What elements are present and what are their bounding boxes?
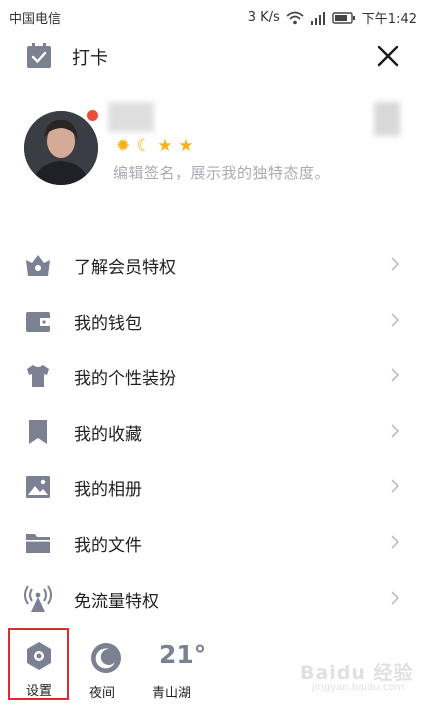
menu-item-favorites[interactable]: 我的收藏	[0, 404, 425, 460]
night-mode-button[interactable]: 夜间	[84, 630, 128, 701]
menu-item-files[interactable]: 我的文件	[0, 515, 425, 571]
chevron-right-icon	[391, 313, 400, 327]
wallet-icon	[26, 311, 50, 332]
signal-tower-icon	[24, 585, 52, 612]
menu-item-personalization[interactable]: 我的个性装扮	[0, 348, 425, 404]
menu-item-photo-album[interactable]: 我的相册	[0, 459, 425, 515]
menu-item-vip-privileges[interactable]: 了解会员特权	[0, 237, 425, 293]
weather-widget[interactable]: 21° 青山湖	[148, 630, 210, 701]
checkin-label[interactable]: 打卡	[72, 44, 108, 70]
chevron-right-icon	[391, 479, 400, 493]
drawer-menu: 了解会员特权 我的钱包 我的个性装扮 我的收藏 我的相册 我的文件 免流量特权	[0, 237, 425, 626]
chevron-right-icon	[391, 424, 400, 438]
chevron-right-icon	[391, 535, 400, 549]
carrier-name: 中国电信	[9, 12, 62, 27]
status-icons: 3 K/s 下午1:42	[248, 8, 417, 27]
tshirt-icon	[27, 365, 49, 388]
moon-icon	[91, 643, 121, 673]
menu-item-free-data[interactable]: 免流量特权	[0, 571, 425, 627]
watermark-url: jingyan.baidu.com	[312, 682, 405, 693]
bookmark-icon	[29, 419, 47, 444]
settings-label: 设置	[26, 684, 53, 699]
watermark: Baidu 经验 jingyan.baidu.com	[300, 648, 418, 698]
night-mode-label: 夜间	[89, 686, 116, 701]
avatar-portrait	[24, 111, 98, 185]
calendar-check-icon[interactable]	[25, 42, 53, 70]
cellular-signal-icon	[310, 11, 325, 25]
close-icon	[377, 45, 399, 67]
online-status-dot	[87, 110, 98, 121]
menu-item-label: 我的个性装扮	[74, 369, 176, 390]
menu-item-label: 我的收藏	[74, 424, 142, 445]
profile-section: ✹ ☾ ★ ★ 编辑签名，展示我的独特态度。	[0, 100, 425, 200]
network-speed: 3 K/s	[247, 10, 280, 25]
menu-item-label: 我的钱包	[74, 313, 142, 334]
city-name: 青山湖	[152, 686, 192, 701]
chevron-right-icon	[391, 590, 400, 605]
settings-button[interactable]: 设置	[8, 628, 69, 700]
chevron-right-icon	[391, 257, 400, 271]
star-badge-icon: ★	[157, 136, 173, 156]
temperature: 21°	[159, 640, 207, 669]
menu-item-label: 我的相册	[74, 480, 142, 501]
watermark-logo: Baidu 经验	[300, 662, 414, 684]
chevron-right-icon	[391, 368, 400, 382]
sun-badge-icon: ✹	[115, 136, 131, 156]
id-redacted	[374, 102, 400, 136]
drawer-header: 打卡	[0, 34, 425, 78]
crown-icon	[26, 255, 50, 276]
gear-icon	[27, 642, 51, 670]
level-badges[interactable]: ✹ ☾ ★ ★	[113, 136, 196, 156]
close-button[interactable]	[372, 40, 404, 72]
menu-item-wallet[interactable]: 我的钱包	[0, 293, 425, 349]
menu-item-label: 我的文件	[74, 535, 142, 556]
battery-icon	[332, 11, 355, 24]
folder-icon	[26, 533, 50, 553]
photo-album-icon	[26, 476, 50, 499]
moon-badge-icon: ☾	[136, 136, 152, 156]
clock: 下午1:42	[361, 12, 417, 27]
wifi-icon	[286, 11, 304, 24]
nickname-redacted	[108, 102, 154, 132]
signature-placeholder[interactable]: 编辑签名，展示我的独特态度。	[113, 162, 330, 183]
menu-item-label: 了解会员特权	[74, 258, 176, 278]
star-badge-icon: ★	[178, 136, 194, 156]
avatar[interactable]	[24, 111, 98, 185]
menu-item-label: 免流量特权	[74, 591, 159, 612]
status-bar: 中国电信 3 K/s 下午1:42	[0, 0, 425, 30]
